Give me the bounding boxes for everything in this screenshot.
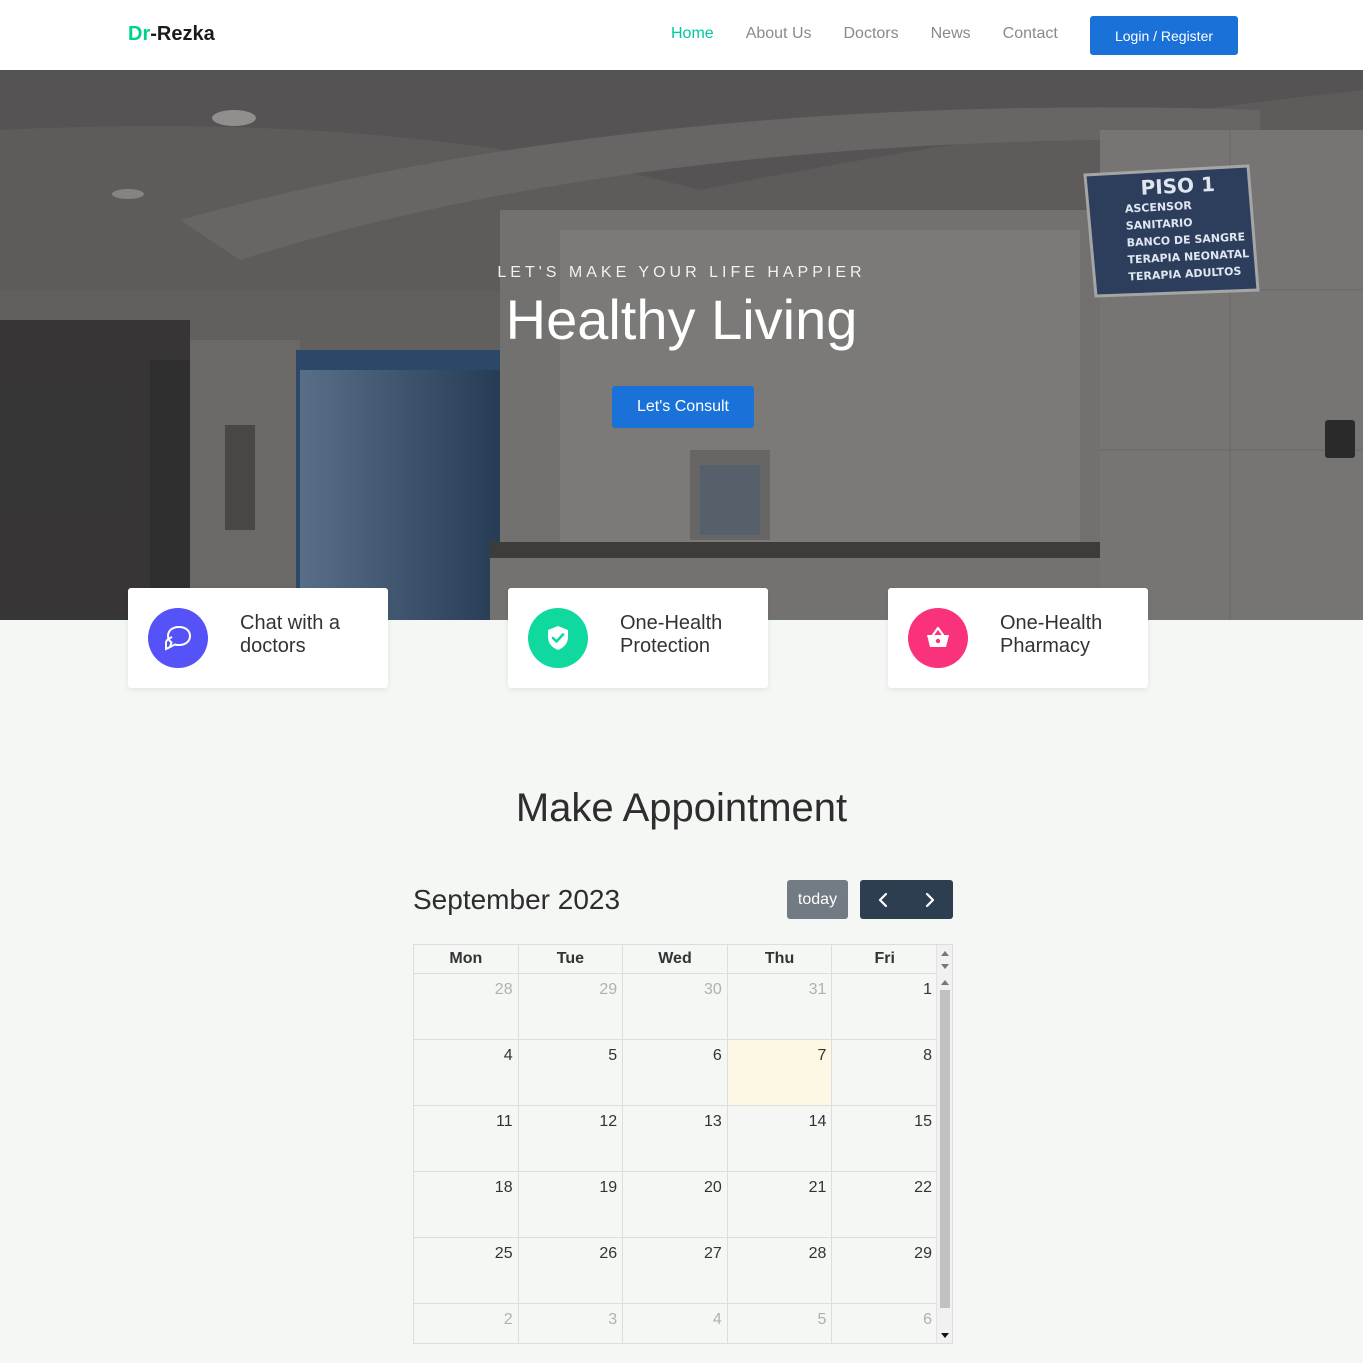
feature-card-chat[interactable]: Chat with a doctors	[128, 588, 388, 688]
calendar-day-cell[interactable]: 29	[519, 974, 624, 1039]
weekday-header: Thu	[728, 945, 833, 973]
chevron-left-icon	[879, 892, 888, 907]
nav-link-home[interactable]: Home	[671, 24, 714, 44]
calendar-day-cell[interactable]: 12	[519, 1106, 624, 1171]
calendar-day-cell[interactable]: 31	[728, 974, 833, 1039]
brand-logo[interactable]: Dr-Rezka	[128, 23, 215, 46]
calendar-day-cell[interactable]: 4	[414, 1040, 519, 1105]
brand-name: -Rezka	[150, 23, 215, 45]
calendar-day-cell[interactable]: 1	[832, 974, 937, 1039]
calendar-nav	[860, 880, 953, 919]
hero-banner: PISO 1 ASCENSOR SANITARIO BANCO DE SANGR…	[0, 70, 1363, 620]
navbar: Dr-Rezka Home About Us Doctors News Cont…	[0, 0, 1363, 70]
calendar-body: 28 29 30 31 1 4 5 6 7 8 11 12 13 14 15 18 19 20 21 22 25 26 27…	[414, 974, 937, 1344]
calendar-day-cell[interactable]: 21	[728, 1172, 833, 1237]
feature-label: One-Health Protection	[620, 612, 723, 657]
calendar-week-row: 18 19 20 21 22	[414, 1172, 937, 1238]
feature-card-pharmacy[interactable]: One-Health Pharmacy	[888, 588, 1148, 688]
calendar-week-row: 25 26 27 28 29	[414, 1238, 937, 1304]
lets-consult-button[interactable]: Let's Consult	[612, 386, 754, 428]
scroll-up-icon[interactable]	[941, 980, 949, 985]
weekday-header: Wed	[623, 945, 728, 973]
nav-link-news[interactable]: News	[931, 24, 971, 44]
weekday-header: Fri	[874, 950, 895, 967]
calendar-day-cell[interactable]: 27	[623, 1238, 728, 1303]
calendar-day-cell[interactable]: 19	[519, 1172, 624, 1237]
calendar-grid: Mon Tue Wed Thu Fri 28 29 30 31 1 4 5 6 7 8 11 12 13…	[413, 944, 953, 1344]
shield-check-icon	[528, 608, 588, 668]
scroll-thumb[interactable]	[940, 990, 950, 1308]
calendar-day-cell[interactable]: 4	[623, 1304, 728, 1344]
calendar-day-cell[interactable]: 26	[519, 1238, 624, 1303]
calendar-day-cell[interactable]: 3	[519, 1304, 624, 1344]
calendar-week-row: 11 12 13 14 15	[414, 1106, 937, 1172]
scroll-down-icon[interactable]	[941, 1333, 949, 1338]
calendar-day-cell[interactable]: 29	[832, 1238, 937, 1303]
hero-title: Healthy Living	[505, 288, 858, 351]
chat-icon	[148, 608, 208, 668]
scroll-down-icon[interactable]	[941, 964, 949, 969]
scroll-up-icon[interactable]	[941, 951, 949, 956]
weekday-header: Tue	[519, 945, 624, 973]
today-button[interactable]: today	[787, 880, 848, 919]
calendar-day-cell[interactable]: 5	[728, 1304, 833, 1344]
feature-label: Chat with a doctors	[240, 612, 341, 657]
nav-link-about-us[interactable]: About Us	[746, 24, 812, 44]
calendar-day-cell[interactable]: 28	[728, 1238, 833, 1303]
nav-link-doctors[interactable]: Doctors	[844, 24, 899, 44]
nav-links: Home About Us Doctors News Contact	[671, 24, 1090, 44]
calendar-day-cell[interactable]: 20	[623, 1172, 728, 1237]
calendar-month-label: September 2023	[413, 884, 621, 915]
feature-card-protection[interactable]: One-Health Protection	[508, 588, 768, 688]
feature-label: One-Health Pharmacy	[1000, 612, 1103, 657]
calendar-day-cell[interactable]: 2	[414, 1304, 519, 1344]
basket-icon	[908, 608, 968, 668]
hero-subtitle: LET'S MAKE YOUR LIFE HAPPIER	[497, 264, 866, 281]
calendar-day-cell[interactable]: 11	[414, 1106, 519, 1171]
prev-month-button[interactable]	[860, 880, 907, 919]
calendar-day-cell[interactable]: 22	[832, 1172, 937, 1237]
brand-accent: Dr	[128, 23, 151, 45]
nav-link-contact[interactable]: Contact	[1003, 24, 1058, 44]
next-month-button[interactable]	[907, 880, 954, 919]
calendar-day-cell[interactable]: 5	[519, 1040, 624, 1105]
calendar-day-cell[interactable]: 6	[832, 1304, 937, 1344]
login-register-button[interactable]: Login / Register	[1090, 16, 1238, 55]
calendar-day-cell[interactable]: 18	[414, 1172, 519, 1237]
calendar-day-cell[interactable]: 14	[728, 1106, 833, 1171]
calendar-day-today[interactable]: 7	[727, 1040, 833, 1105]
calendar-day-cell[interactable]: 25	[414, 1238, 519, 1303]
calendar-day-cell[interactable]: 8	[832, 1040, 937, 1105]
calendar-week-row: 45678	[414, 1040, 937, 1106]
calendar-day-cell[interactable]: 15	[832, 1106, 937, 1171]
calendar-header: Mon Tue Wed Thu Fri	[414, 945, 937, 974]
weekday-header: Mon	[414, 945, 519, 973]
calendar-day-cell[interactable]: 28	[414, 974, 519, 1039]
chevron-right-icon	[925, 892, 934, 907]
calendar-day-cell[interactable]: 13	[623, 1106, 728, 1171]
calendar-scrollbar[interactable]	[936, 945, 952, 1343]
calendar-week-row: 23456	[414, 1304, 937, 1344]
appointment-title: Make Appointment	[515, 786, 848, 830]
calendar-day-cell[interactable]: 6	[623, 1040, 728, 1105]
calendar-day-cell[interactable]: 30	[623, 974, 728, 1039]
calendar-week-row: 28 29 30 31 1	[414, 974, 937, 1040]
